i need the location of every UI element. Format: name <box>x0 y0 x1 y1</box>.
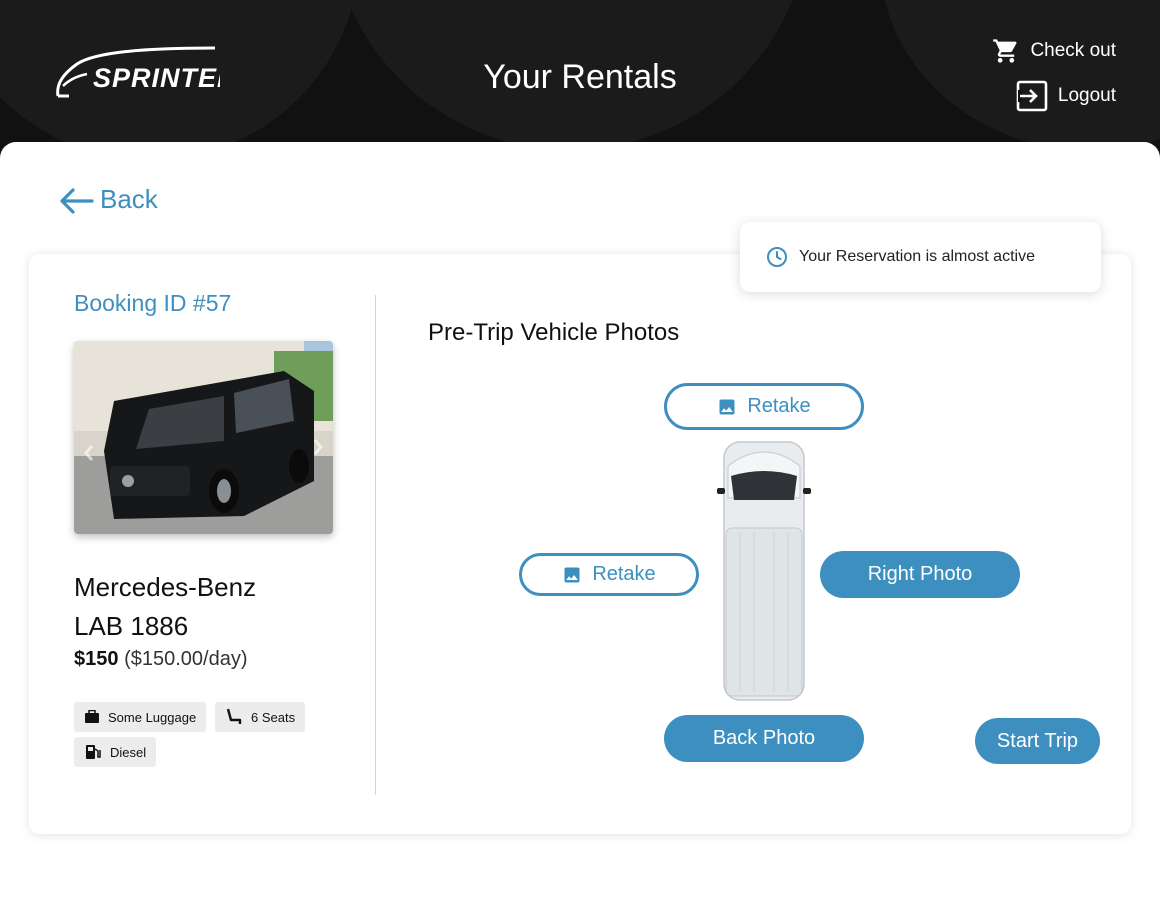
cart-icon <box>993 39 1017 63</box>
start-trip-label: Start Trip <box>996 729 1079 752</box>
booking-id: Booking ID #57 <box>74 290 232 316</box>
feature-label: Some Luggage <box>108 709 197 725</box>
page-title: Your Rentals <box>483 58 677 96</box>
back-button[interactable]: Back <box>58 184 158 215</box>
image-icon <box>719 399 735 414</box>
back-photo-button[interactable]: Back Photo <box>664 715 864 762</box>
feature-tag-luggage: Some Luggage <box>74 702 207 732</box>
fuel-pump-icon <box>86 745 101 759</box>
seat-icon <box>226 708 242 724</box>
logout-icon <box>1016 80 1048 112</box>
vehicle-photo <box>74 341 333 534</box>
reservation-status-toast: Your Reservation is almost active <box>740 222 1101 292</box>
toast-message: Your Reservation is almost active <box>799 248 1035 265</box>
photos-section-title: Pre-Trip Vehicle Photos <box>428 319 680 346</box>
image-icon <box>564 567 580 582</box>
arrow-left-icon <box>60 187 94 214</box>
checkout-label: Check out <box>1030 40 1116 61</box>
right-photo-button[interactable]: Right Photo <box>820 551 1020 598</box>
right-photo-label: Right Photo <box>867 563 973 585</box>
feature-label: Diesel <box>110 744 147 760</box>
price-rate: ($150.00/day) <box>124 648 248 670</box>
logout-link[interactable]: Logout <box>1016 80 1116 112</box>
checkout-link[interactable]: Check out <box>992 37 1116 65</box>
logout-label: Logout <box>1057 85 1116 106</box>
feature-tag-fuel: Diesel <box>74 737 157 767</box>
vehicle-make: Mercedes-Benz <box>74 572 257 602</box>
back-label: Back <box>100 184 158 214</box>
vehicle-photo-carousel[interactable] <box>74 341 333 534</box>
front-retake-label: Retake <box>747 395 811 417</box>
feature-tag-seats: 6 Seats <box>215 702 306 732</box>
luggage-icon <box>85 710 99 723</box>
card-divider <box>375 295 376 795</box>
vehicle-price: $150 ($150.00/day) <box>74 648 247 671</box>
back-photo-label: Back Photo <box>712 727 816 749</box>
vehicle-name: Mercedes-Benz LAB 1886 <box>74 568 256 646</box>
feature-label: 6 Seats <box>251 709 296 725</box>
vehicle-model: LAB 1886 <box>74 611 189 641</box>
clock-icon <box>767 247 787 267</box>
left-retake-label: Retake <box>592 563 656 585</box>
price-total: $150 <box>74 648 119 670</box>
front-retake-button[interactable]: Retake <box>664 383 864 430</box>
left-retake-button[interactable]: Retake <box>519 553 699 596</box>
van-top-view-diagram <box>717 441 811 701</box>
start-trip-button[interactable]: Start Trip <box>975 718 1100 764</box>
